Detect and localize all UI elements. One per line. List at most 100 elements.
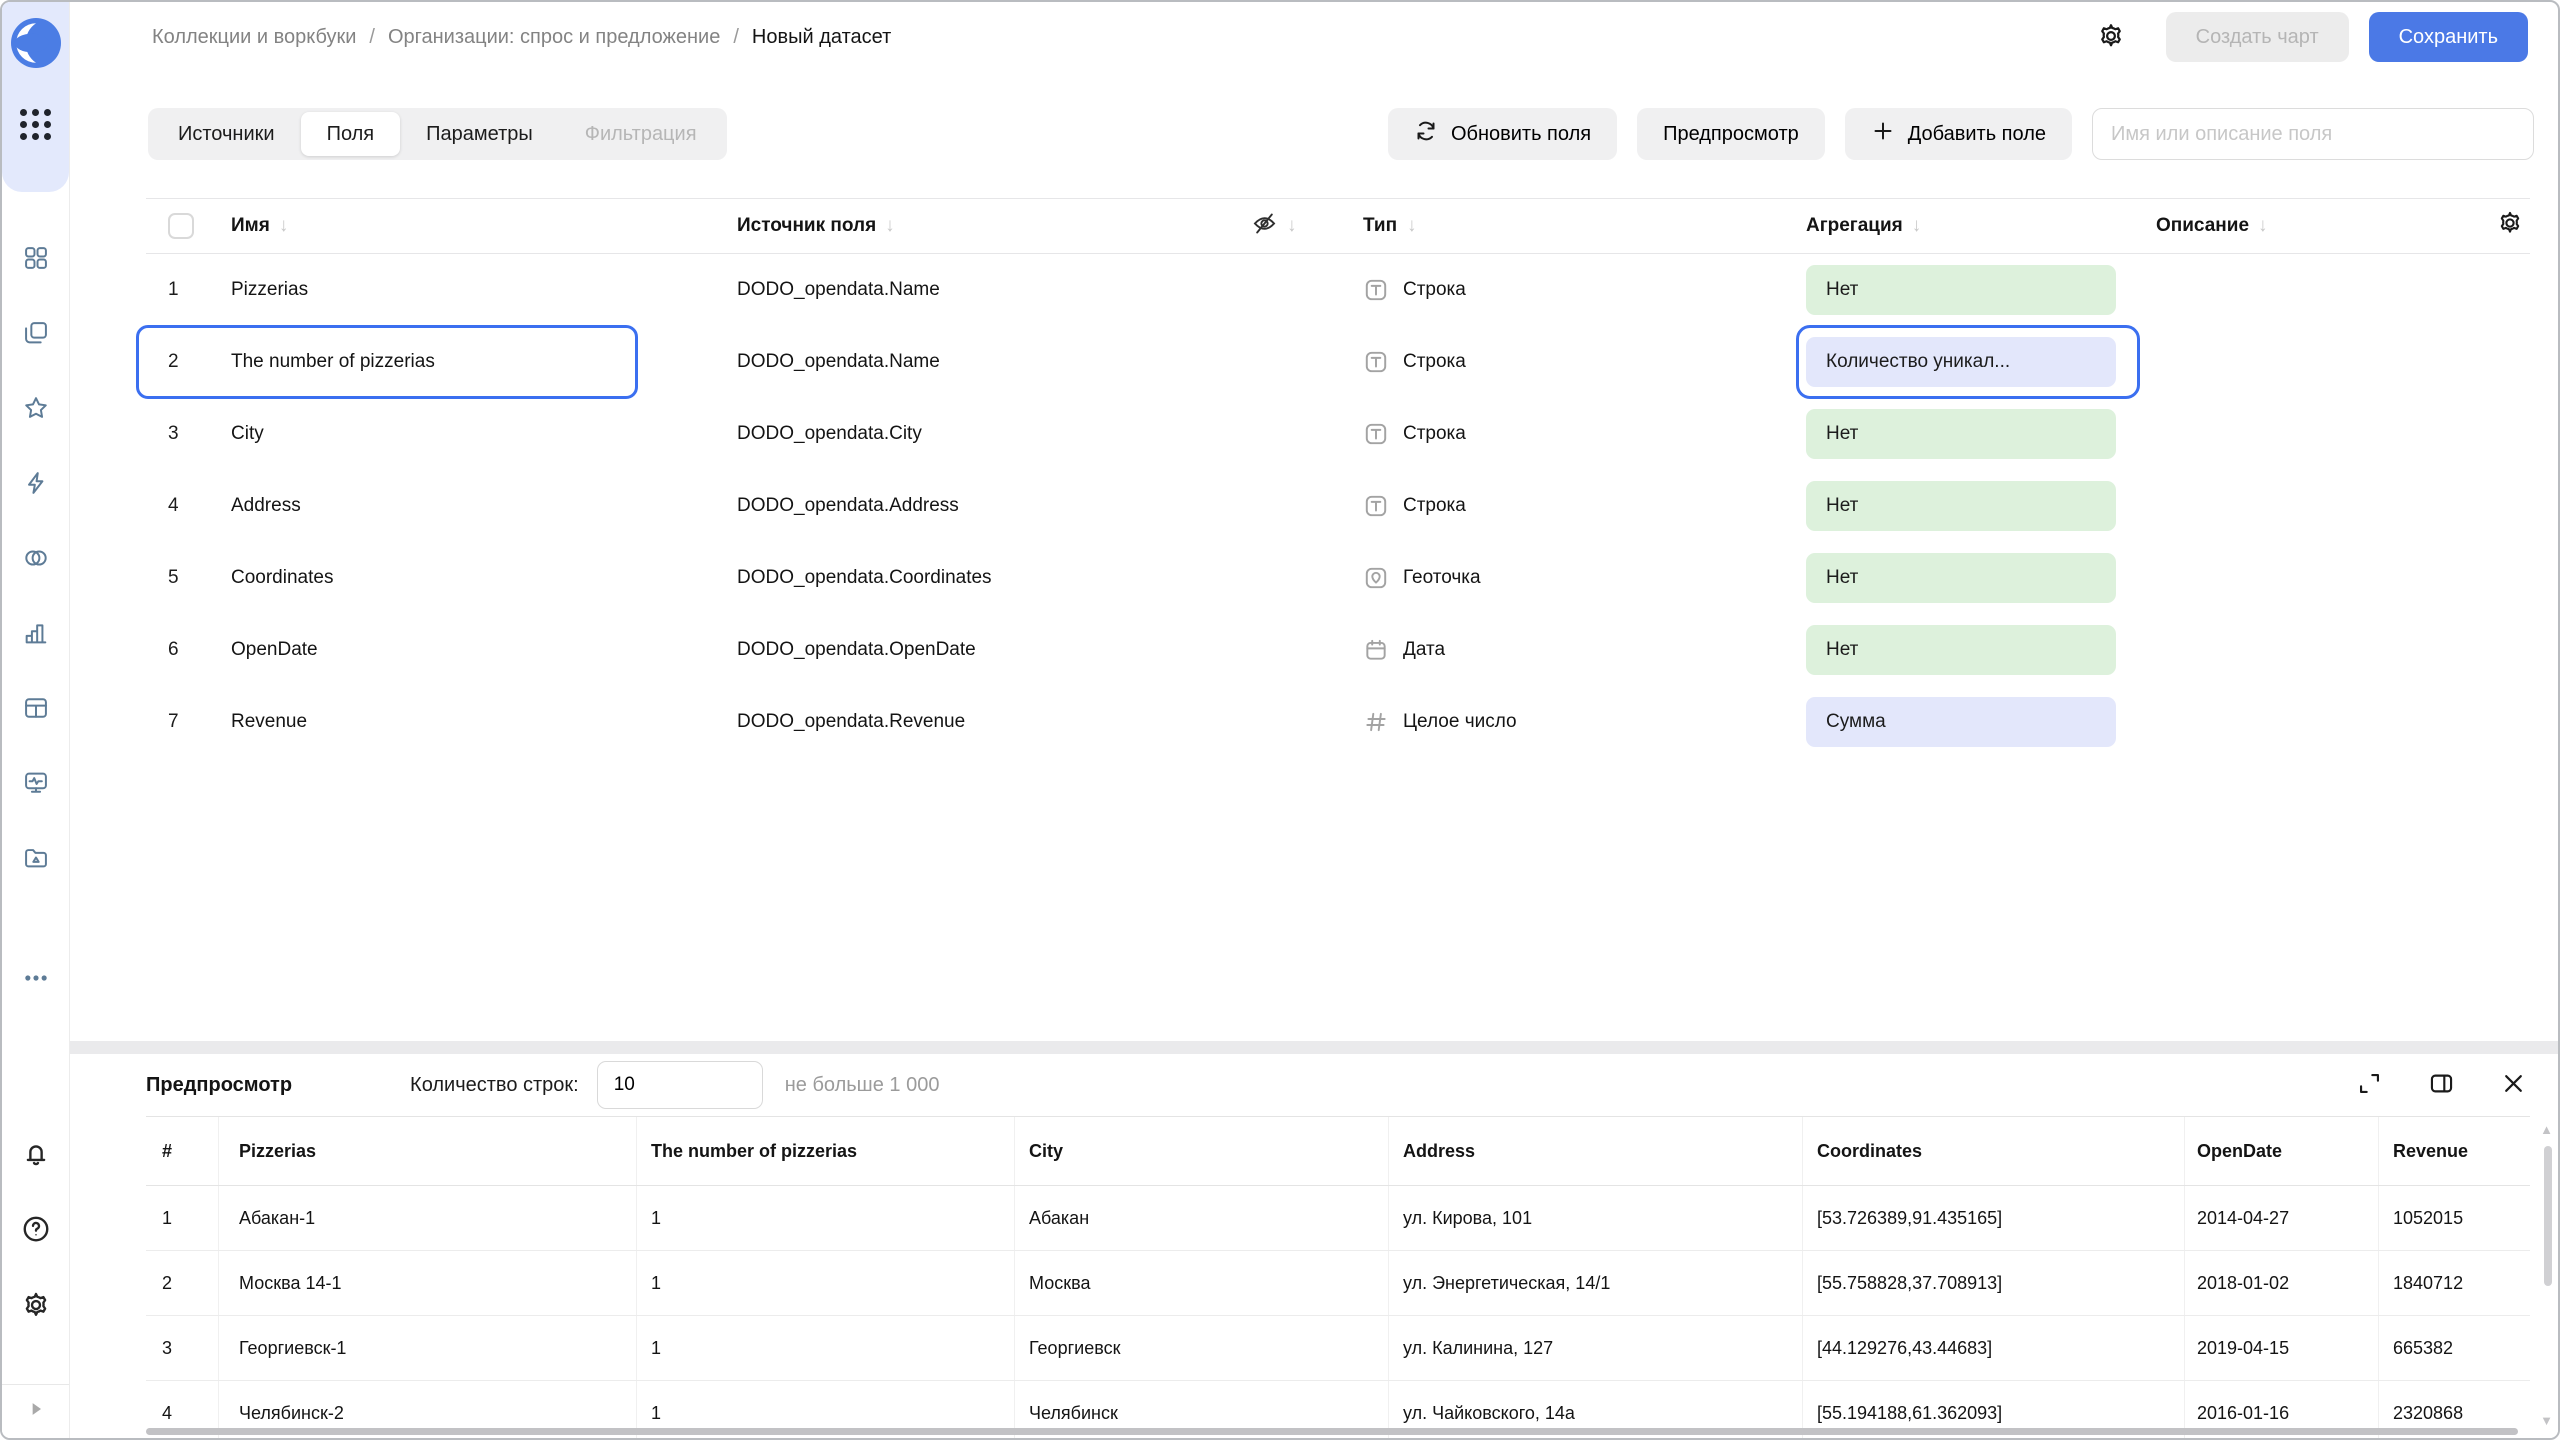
add-field-button[interactable]: Добавить поле	[1844, 108, 2072, 160]
gear-icon	[2096, 21, 2126, 54]
field-description[interactable]	[2156, 686, 2476, 758]
select-all-checkbox[interactable]	[168, 213, 194, 239]
field-name[interactable]: OpenDate	[231, 614, 737, 686]
expand-sidebar-button[interactable]	[2, 1384, 69, 1438]
field-row[interactable]: 7 Revenue DODO_opendata.Revenue Целое чи…	[146, 686, 2530, 758]
column-header-name[interactable]: Имя	[231, 215, 270, 237]
field-type[interactable]: Дата	[1351, 614, 1806, 686]
field-source[interactable]: DODO_opendata.Name	[737, 326, 1251, 398]
apps-grid-icon[interactable]	[20, 109, 51, 140]
field-description[interactable]	[2156, 254, 2476, 326]
breadcrumb-collections[interactable]: Коллекции и воркбуки	[152, 26, 356, 49]
cell-index: 2	[162, 1272, 173, 1293]
sort-arrow-icon[interactable]: ↓	[1407, 215, 1417, 237]
refresh-fields-label: Обновить поля	[1450, 122, 1592, 145]
sort-arrow-icon[interactable]: ↓	[2258, 215, 2268, 237]
field-type[interactable]: Строка	[1351, 398, 1806, 470]
aggregation-pill[interactable]: Сумма	[1806, 697, 2116, 747]
workbooks-icon[interactable]	[22, 319, 50, 347]
aggregation-pill[interactable]: Нет	[1806, 481, 2116, 531]
preview-toggle-button[interactable]: Предпросмотр	[1637, 108, 1825, 160]
cell-revenue: 1840712	[2378, 1251, 2530, 1315]
tab-filtering[interactable]: Фильтрация	[559, 112, 723, 156]
preview-col-number: The number of pizzerias	[636, 1117, 1014, 1185]
aggregation-pill[interactable]: Нет	[1806, 265, 2116, 315]
field-type[interactable]: Строка	[1351, 470, 1806, 542]
aggregation-pill[interactable]: Нет	[1806, 625, 2116, 675]
field-source[interactable]: DODO_opendata.Address	[737, 470, 1251, 542]
refresh-fields-button[interactable]: Обновить поля	[1387, 108, 1618, 160]
collections-icon[interactable]	[22, 244, 50, 272]
field-name[interactable]: Address	[231, 470, 737, 542]
help-icon[interactable]	[21, 1214, 51, 1244]
field-type[interactable]: Строка	[1351, 326, 1806, 398]
field-description[interactable]	[2156, 398, 2476, 470]
aggregation-pill[interactable]: Нет	[1806, 409, 2116, 459]
save-button[interactable]: Сохранить	[2368, 12, 2528, 62]
tab-fields[interactable]: Поля	[300, 112, 401, 156]
sort-arrow-icon[interactable]: ↓	[1912, 215, 1922, 237]
bell-icon[interactable]	[21, 1138, 51, 1168]
preview-resize-handle[interactable]	[70, 1041, 2558, 1054]
field-description[interactable]	[2156, 542, 2476, 614]
breadcrumb-workbook[interactable]: Организации: спрос и предложение	[388, 26, 720, 49]
field-source[interactable]: DODO_opendata.Coordinates	[737, 542, 1251, 614]
field-source[interactable]: DODO_opendata.City	[737, 398, 1251, 470]
field-row[interactable]: 4 Address DODO_opendata.Address Строка Н…	[146, 470, 2530, 542]
field-name[interactable]: Pizzerias	[231, 254, 737, 326]
field-name[interactable]: The number of pizzerias	[231, 326, 737, 398]
field-description[interactable]	[2156, 326, 2476, 398]
field-type[interactable]: Целое число	[1351, 686, 1806, 758]
field-description[interactable]	[2156, 614, 2476, 686]
scroll-up-arrow-icon[interactable]: ▲	[2540, 1122, 2553, 1137]
field-row[interactable]: 5 Coordinates DODO_opendata.Coordinates …	[146, 542, 2530, 614]
field-row[interactable]: 3 City DODO_opendata.City Строка Нет	[146, 398, 2530, 470]
sort-arrow-icon[interactable]: ↓	[885, 215, 895, 237]
field-source[interactable]: DODO_opendata.Name	[737, 254, 1251, 326]
preview-col-index: #	[162, 1140, 173, 1161]
table-settings-gear-icon[interactable]	[2496, 209, 2524, 243]
tab-sources[interactable]: Источники	[152, 112, 301, 156]
field-name[interactable]: City	[231, 398, 737, 470]
field-row-selected[interactable]: 2 The number of pizzerias DODO_opendata.…	[136, 325, 2530, 399]
aggregation-pill[interactable]: Количество уникал...	[1806, 337, 2116, 387]
settings-icon[interactable]	[21, 1290, 51, 1320]
field-name[interactable]: Coordinates	[231, 542, 737, 614]
row-count-input[interactable]	[596, 1061, 763, 1109]
sort-arrow-icon[interactable]: ↓	[1287, 215, 1297, 237]
horizontal-scrollbar[interactable]	[146, 1428, 2518, 1435]
sort-arrow-icon[interactable]: ↓	[279, 215, 289, 237]
hidden-eye-off-icon[interactable]	[1251, 210, 1278, 243]
scroll-down-arrow-icon[interactable]: ▼	[2540, 1413, 2553, 1428]
field-search-input[interactable]	[2092, 108, 2534, 160]
close-preview-button[interactable]	[2496, 1068, 2530, 1102]
field-source[interactable]: DODO_opendata.Revenue	[737, 686, 1251, 758]
expand-preview-button[interactable]	[2352, 1068, 2386, 1102]
column-header-source[interactable]: Источник поля	[737, 215, 876, 237]
field-description[interactable]	[2156, 470, 2476, 542]
field-row[interactable]: 6 OpenDate DODO_opendata.OpenDate Дата Н…	[146, 614, 2530, 686]
create-chart-button[interactable]: Создать чарт	[2165, 12, 2349, 62]
column-header-aggregation[interactable]: Агрегация	[1806, 215, 1903, 237]
field-type[interactable]: Строка	[1351, 254, 1806, 326]
monitoring-icon[interactable]	[22, 769, 50, 797]
field-row[interactable]: 1 Pizzerias DODO_opendata.Name Строка Не…	[146, 254, 2530, 326]
field-source[interactable]: DODO_opendata.OpenDate	[737, 614, 1251, 686]
storage-folder-icon[interactable]	[22, 844, 50, 872]
table-icon[interactable]	[22, 694, 50, 722]
star-icon[interactable]	[22, 394, 50, 422]
charts-icon[interactable]	[22, 619, 50, 647]
tab-parameters[interactable]: Параметры	[400, 112, 559, 156]
field-type[interactable]: Геоточка	[1351, 542, 1806, 614]
more-ellipsis-icon[interactable]	[22, 964, 50, 997]
column-header-type[interactable]: Тип	[1363, 215, 1397, 237]
split-view-button[interactable]	[2424, 1068, 2458, 1102]
relations-icon[interactable]	[22, 544, 50, 572]
field-name[interactable]: Revenue	[231, 686, 737, 758]
datalens-logo[interactable]	[10, 18, 61, 73]
vertical-scrollbar[interactable]	[2544, 1146, 2552, 1286]
dataset-settings-button[interactable]	[2094, 20, 2128, 54]
lightning-icon[interactable]	[22, 469, 50, 497]
aggregation-pill[interactable]: Нет	[1806, 553, 2116, 603]
column-header-description[interactable]: Описание	[2156, 215, 2249, 237]
